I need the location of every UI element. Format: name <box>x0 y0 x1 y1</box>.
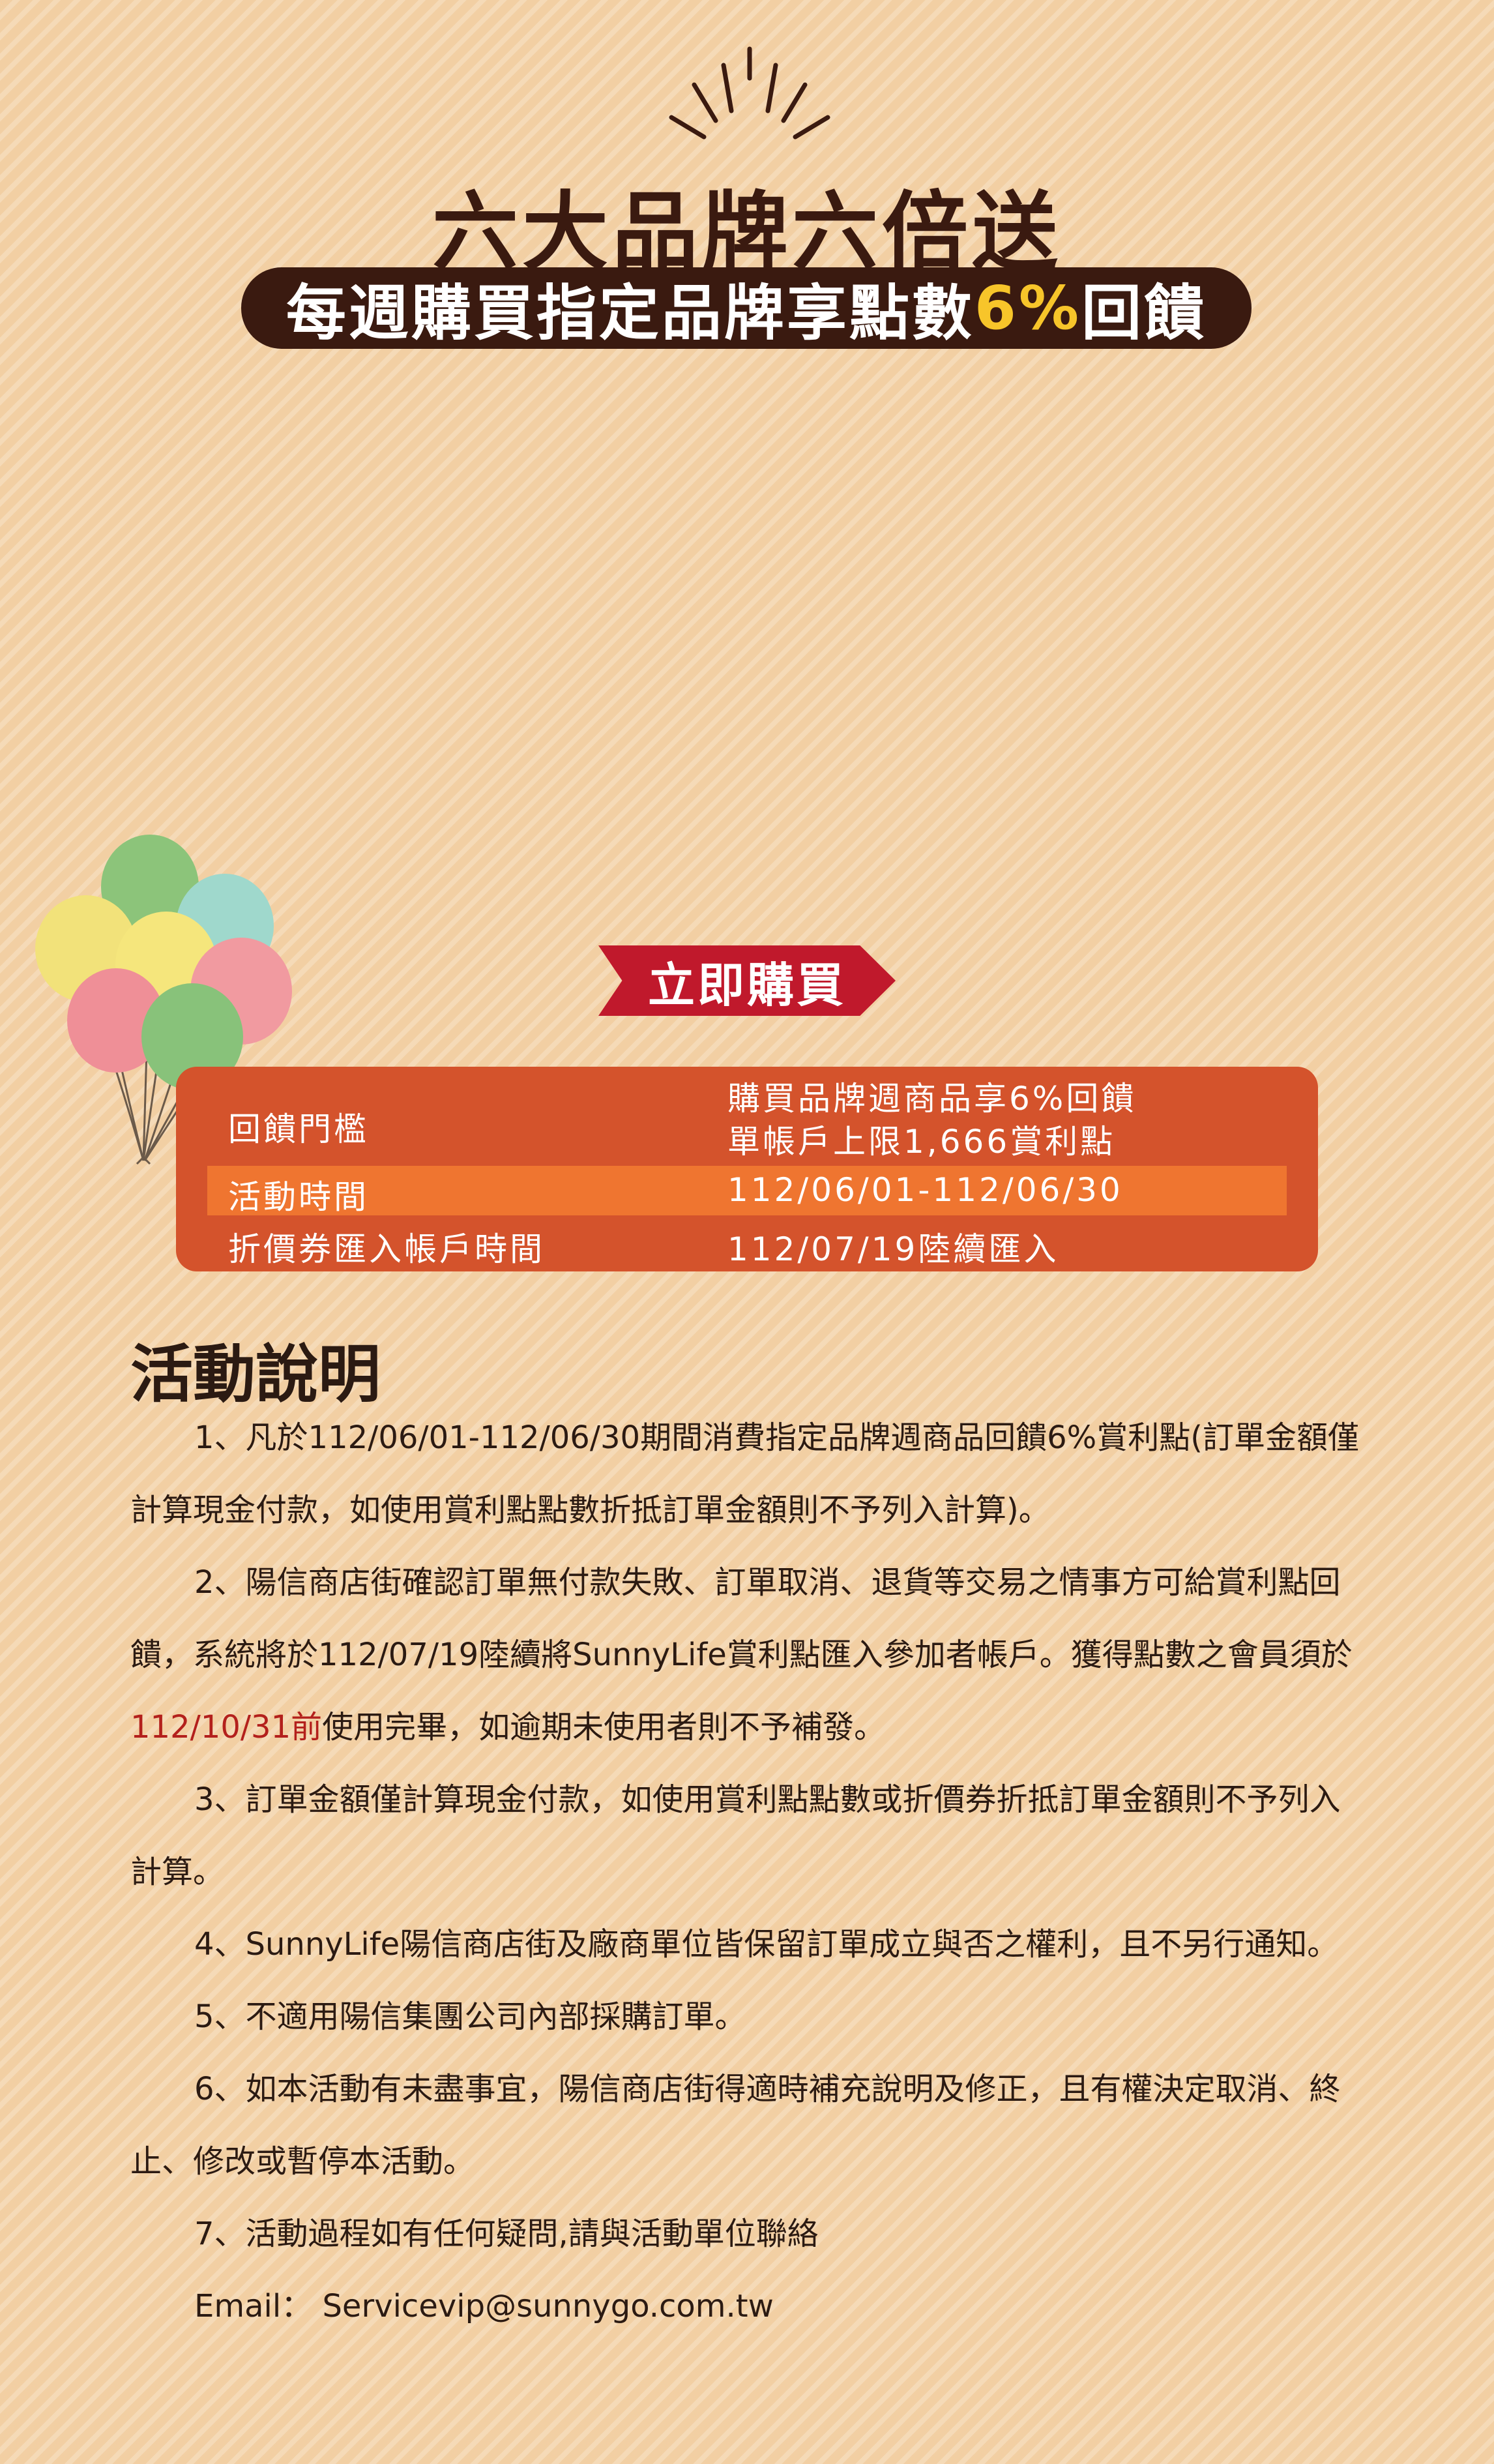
description-item: 5、不適用陽信集團公司內部採購訂單。 <box>194 1998 746 2035</box>
info-label: 回饋門檻 <box>228 1110 369 1148</box>
buy-now-button[interactable]: 立即購買 <box>598 945 896 1016</box>
description-item: 1、凡於112/06/01-112/06/30期間消費指定品牌週商品回饋6%賞利… <box>130 1419 1359 1528</box>
info-row-threshold: 回饋門檻 購買品牌週商品享6%回饋 單帳戶上限1,666賞利點 <box>176 1077 1318 1168</box>
info-value: 112/06/01-112/06/30 <box>727 1171 1123 1209</box>
info-label: 折價券匯入帳戶時間 <box>228 1230 545 1268</box>
subtitle-banner: 每週購買指定品牌享點數 6% 回饋 <box>241 267 1252 349</box>
description-item: 4、SunnyLife陽信商店街及廠商單位皆保留訂單成立與否之權利，且不另行通知… <box>194 1926 1339 1963</box>
description-item: 7、活動過程如有任何疑問,請與活動單位聯絡 <box>194 2216 819 2252</box>
item-text: 使用完畢，如逾期未使用者則不予補發。 <box>322 1709 886 1745</box>
email-link[interactable]: Servicevip@sunnygo.com.tw <box>322 2288 773 2324</box>
description-item: 3、訂單金額僅計算現金付款，如使用賞利點點數或折價券折抵訂單金額則不予列入計算。 <box>130 1781 1341 1890</box>
info-label: 活動時間 <box>228 1178 369 1216</box>
info-row-period: 活動時間 112/06/01-112/06/30 <box>207 1166 1287 1216</box>
description-item: 6、如本活動有未盡事宜，陽信商店街得適時補充說明及修正，且有權決定取消、終止、修… <box>130 2071 1341 2180</box>
info-value: 112/07/19陸續匯入 <box>727 1230 1059 1268</box>
item-text: 2、陽信商店街確認訂單無付款失敗、訂單取消、退貨等交易之情事方可給賞利點回饋，系… <box>130 1564 1353 1673</box>
info-table: 回饋門檻 購買品牌週商品享6%回饋 單帳戶上限1,666賞利點 活動時間 112… <box>176 1067 1318 1271</box>
email-line: Email： Servicevip@sunnygo.com.tw <box>130 2270 1369 2343</box>
subtitle-text: 每週購買指定品牌享點數 <box>286 278 974 348</box>
deadline-date: 112/10/31前 <box>130 1709 323 1745</box>
email-label: Email： <box>194 2288 313 2324</box>
sparkle-rays-icon <box>669 46 830 140</box>
info-value-line: 購買品牌週商品享6%回饋 <box>727 1080 1137 1118</box>
subtitle-text-end: 回饋 <box>1081 278 1207 348</box>
description-body: 1、凡於112/06/01-112/06/30期間消費指定品牌週商品回饋6%賞利… <box>130 1402 1369 2343</box>
description-item: 2、陽信商店街確認訂單無付款失敗、訂單取消、退貨等交易之情事方可給賞利點回饋，系… <box>130 1547 1369 1764</box>
subtitle-highlight: 6% <box>974 273 1082 343</box>
info-row-coupon-time: 折價券匯入帳戶時間 112/07/19陸續匯入 <box>176 1218 1318 1268</box>
description-title: 活動說明 <box>130 1338 381 1411</box>
info-value: 購買品牌週商品享6%回饋 單帳戶上限1,666賞利點 <box>727 1077 1136 1163</box>
info-value-line: 單帳戶上限1,666賞利點 <box>727 1123 1116 1161</box>
